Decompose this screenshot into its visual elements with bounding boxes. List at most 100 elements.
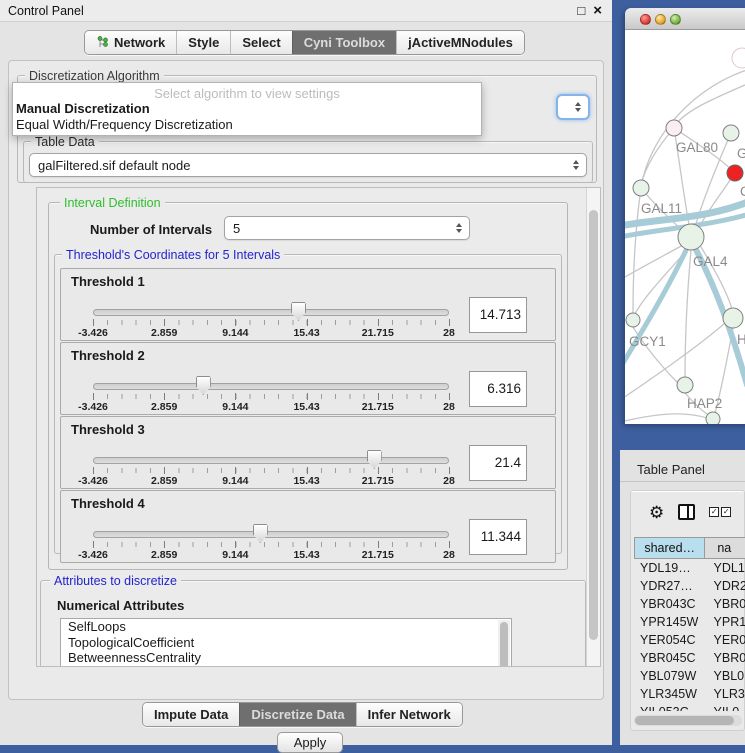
network-node[interactable] [678, 224, 704, 250]
network-edge[interactable] [641, 128, 674, 185]
network-node-label: GCY1 [629, 334, 666, 349]
network-node[interactable] [723, 308, 743, 328]
tab-cyni-toolbox[interactable]: Cyni Toolbox [292, 31, 396, 54]
network-canvas[interactable]: GAL80G.CGAL11GAL4GCY1HHAP2 [625, 30, 745, 424]
table-row[interactable]: YLR345WYLR3 [634, 685, 745, 703]
algorithm-option-manual[interactable]: Manual Discretization [13, 101, 481, 117]
mode-tab-infer-network[interactable]: Infer Network [356, 703, 462, 726]
table-row[interactable]: YBR045CYBR0 [634, 649, 745, 667]
network-node[interactable] [727, 165, 743, 181]
slider-tick-label: -3.426 [78, 549, 108, 561]
table-row[interactable]: YER054CYER0 [634, 631, 745, 649]
table-row[interactable]: YIL053CYIL0 [634, 703, 745, 711]
table-row[interactable]: YBL079WYBL0 [634, 667, 745, 685]
network-node-label: H [737, 332, 745, 347]
threshold-label: Threshold 1 [71, 274, 145, 289]
table-cell: YBR0 [706, 595, 745, 613]
network-node[interactable] [677, 377, 693, 393]
slider-major-tick [164, 393, 165, 400]
attributes-group-label: Attributes to discretize [50, 574, 181, 588]
network-node[interactable] [666, 120, 682, 136]
attributes-list-scrollbar[interactable] [498, 620, 510, 667]
select-all-checkbox-icon[interactable]: ✓ [709, 507, 719, 517]
slider-major-tick [235, 541, 236, 548]
tab-label: Style [188, 35, 219, 50]
attribute-list-item[interactable]: BetweennessCentrality [61, 650, 511, 666]
table-row[interactable]: YPR145WYPR1 [634, 613, 745, 631]
algorithm-option-equal-width[interactable]: Equal Width/Frequency Discretization [13, 117, 481, 133]
network-edge[interactable] [674, 85, 745, 127]
slider-track[interactable] [93, 531, 449, 538]
slider-thumb[interactable] [291, 302, 306, 321]
threshold-panel-4: Threshold 4-3.4262.8599.14415.4321.71528… [60, 490, 556, 563]
table-horizontal-scrollbar[interactable] [634, 715, 742, 726]
tab-style[interactable]: Style [176, 31, 230, 54]
select-none-checkbox-icon[interactable]: ✓ [721, 507, 731, 517]
network-edge[interactable] [685, 250, 691, 377]
slider-tick-label: 21.715 [362, 549, 394, 561]
algorithm-placeholder-option[interactable]: Select algorithm to view settings [13, 83, 481, 101]
tab-jactivemnodules[interactable]: jActiveMNodules [396, 31, 524, 54]
threshold-value-field[interactable]: 14.713 [469, 297, 527, 333]
attribute-list-item[interactable]: TopologicalCoefficient [61, 635, 511, 651]
algorithm-combobox-focused[interactable] [556, 94, 590, 120]
table-column-header[interactable]: na [705, 537, 745, 559]
tab-label: Discretize Data [251, 707, 344, 722]
attribute-list-item[interactable]: SelfLoops [61, 619, 511, 635]
slider-thumb[interactable] [196, 376, 211, 395]
network-edge[interactable] [625, 414, 707, 422]
numerical-attributes-list[interactable]: SelfLoopsTopologicalCoefficientBetweenne… [60, 618, 512, 667]
table-cell: YBR0 [706, 649, 745, 667]
slider-major-tick [307, 541, 308, 548]
gear-icon[interactable]: ⚙ [649, 504, 664, 521]
table-row[interactable]: YBR043CYBR0 [634, 595, 745, 613]
table-cell: YBL0 [706, 667, 745, 685]
float-window-icon[interactable]: □ [577, 0, 585, 22]
slider-tick-label: 28 [443, 327, 455, 339]
table-column-header[interactable]: shared… [634, 537, 705, 559]
slider-tick-label: -3.426 [78, 475, 108, 487]
settings-scrollbar[interactable] [586, 188, 600, 666]
threshold-value-field[interactable]: 11.344 [469, 519, 527, 555]
table-row[interactable]: YDR27…YDR2 [634, 577, 745, 595]
table-data-combobox[interactable]: galFiltered.sif default node [29, 153, 587, 177]
close-icon[interactable]: × [593, 0, 602, 22]
minimize-traffic-light-icon[interactable] [655, 14, 666, 25]
slider-track[interactable] [93, 383, 449, 390]
window-title: Control Panel [8, 4, 84, 18]
network-node[interactable] [723, 125, 739, 141]
mode-tab-impute-data[interactable]: Impute Data [143, 703, 239, 726]
threshold-value-field[interactable]: 6.316 [469, 371, 527, 407]
split-columns-icon[interactable] [678, 504, 695, 520]
apply-button[interactable]: Apply [277, 732, 343, 753]
network-node-label: GAL80 [676, 140, 718, 155]
zoom-traffic-light-icon[interactable] [670, 14, 681, 25]
number-of-intervals-combobox[interactable]: 5 [224, 216, 470, 240]
slider-tick-label: 21.715 [362, 327, 394, 339]
network-edge[interactable] [633, 188, 641, 313]
network-node[interactable] [732, 48, 745, 68]
tab-select[interactable]: Select [230, 31, 291, 54]
network-node[interactable] [633, 180, 649, 196]
slider-thumb[interactable] [367, 450, 382, 469]
threshold-value-field[interactable]: 21.4 [469, 445, 527, 481]
network-node[interactable] [706, 412, 720, 424]
slider-tick-label: 9.144 [222, 401, 248, 413]
table-cell: YPR145W [634, 613, 706, 631]
threshold-label: Threshold 4 [71, 496, 145, 511]
slider-major-tick [449, 541, 450, 548]
close-traffic-light-icon[interactable] [640, 14, 651, 25]
slider-major-tick [378, 393, 379, 400]
node-table-container: ⚙ ✓ ✓ shared…na YDL19…YDL1YDR27…YDR2YBR0… [630, 490, 745, 731]
tab-label: Select [242, 35, 280, 50]
slider-major-tick [307, 319, 308, 326]
slider-track[interactable] [93, 309, 449, 316]
thresholds-group-label: Threshold's Coordinates for 5 Intervals [62, 248, 284, 262]
slider-thumb[interactable] [253, 524, 268, 543]
table-row[interactable]: YDL19…YDL1 [634, 559, 745, 577]
network-node[interactable] [626, 313, 640, 327]
control-panel-tab-bar: Network Style Select Cyni ToolboxjActiveMNo… [84, 30, 525, 55]
slider-track[interactable] [93, 457, 449, 464]
tab-network[interactable]: Network [85, 31, 176, 54]
mode-tab-discretize-data[interactable]: Discretize Data [239, 703, 355, 726]
